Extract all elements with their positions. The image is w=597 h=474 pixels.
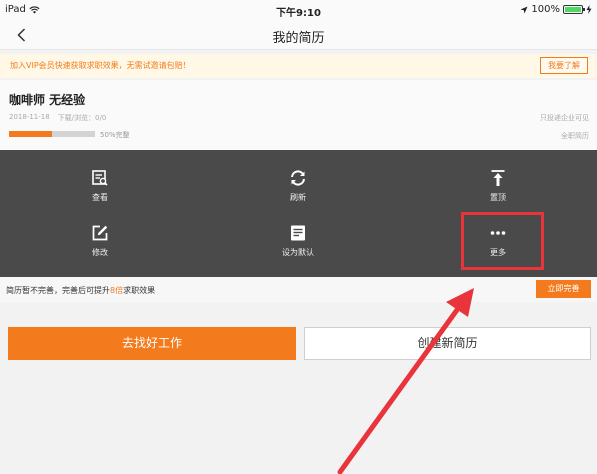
pin-top-action[interactable]: 置顶 xyxy=(458,169,538,203)
vip-banner-text: 加入VIP会员快速获取求职效果，无需试邀请包赔！ xyxy=(10,61,191,70)
annotation-highlight-box xyxy=(461,212,544,270)
visibility-text: 只投递企业可见 xyxy=(540,114,589,122)
pin-top-label: 置顶 xyxy=(490,193,506,202)
job-scope-text: 全职简历 xyxy=(561,132,589,140)
status-time: 下午9:10 xyxy=(276,8,321,19)
battery-percent: 100% xyxy=(531,4,560,15)
status-bar: iPad 下午9:10 100% xyxy=(0,0,597,20)
location-icon xyxy=(520,6,528,13)
progress-label: 50%完整 xyxy=(100,131,130,139)
resume-title: 咖啡师 无经验 xyxy=(9,93,86,107)
charging-icon xyxy=(586,5,592,14)
hint-text-before: 简历暂不完善，完善后可提升 xyxy=(6,286,110,295)
battery-icon xyxy=(563,5,585,14)
complete-now-button[interactable]: 立即完善 xyxy=(536,280,591,298)
refresh-label: 刷新 xyxy=(290,193,306,202)
find-job-button[interactable]: 去找好工作 xyxy=(8,327,296,360)
page-title: 我的简历 xyxy=(272,31,325,46)
status-right: 100% xyxy=(520,4,592,15)
set-default-action[interactable]: 设为默认 xyxy=(258,224,338,258)
battery-tip xyxy=(583,8,585,11)
set-default-label: 设为默认 xyxy=(282,248,314,257)
set-default-icon xyxy=(291,225,305,241)
vip-banner[interactable]: 加入VIP会员快速获取求职效果，无需试邀请包赔！ 我要了解 xyxy=(0,54,597,78)
resume-date: 2018-11-18 xyxy=(9,113,50,121)
resume-card[interactable]: 咖啡师 无经验 2018-11-18 下载/浏览：0/0 50%完整 只投递企业… xyxy=(0,80,597,150)
progress-bar xyxy=(9,131,95,137)
refresh-icon xyxy=(291,170,305,186)
battery-level xyxy=(565,7,581,12)
edit-action[interactable]: 修改 xyxy=(60,224,140,258)
hint-text: 简历暂不完善，完善后可提升8倍求职效果 xyxy=(6,285,155,296)
refresh-action[interactable]: 刷新 xyxy=(258,169,338,203)
view-icon xyxy=(92,170,108,186)
pin-top-icon xyxy=(491,170,505,186)
edit-label: 修改 xyxy=(92,248,108,257)
resume-meta: 2018-11-18 下载/浏览：0/0 xyxy=(9,113,106,123)
nav-bar: 我的简历 xyxy=(0,20,597,50)
learn-more-button[interactable]: 我要了解 xyxy=(540,57,588,74)
create-resume-button[interactable]: 创建新简历 xyxy=(304,327,591,360)
view-label: 查看 xyxy=(92,193,108,202)
progress-fill xyxy=(9,131,52,137)
resume-stats: 下载/浏览：0/0 xyxy=(57,114,107,122)
view-action[interactable]: 查看 xyxy=(60,169,140,203)
edit-icon xyxy=(92,225,108,241)
hint-text-after: 求职效果 xyxy=(123,286,156,295)
hint-emphasis: 8倍 xyxy=(110,286,124,295)
hint-bar: 简历暂不完善，完善后可提升8倍求职效果 立即完善 xyxy=(0,277,597,302)
